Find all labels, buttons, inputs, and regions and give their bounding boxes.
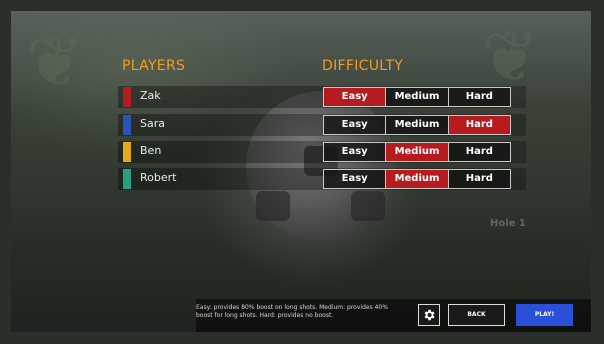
difficulty-option-hard[interactable]: Hard — [448, 88, 510, 106]
difficulty-option-hard[interactable]: Hard — [448, 170, 510, 188]
player-name: Ben — [140, 144, 162, 157]
player-row: Ben Easy Medium Hard — [118, 141, 526, 163]
difficulty-option-medium[interactable]: Medium — [386, 88, 449, 106]
player-color-swatch — [123, 115, 131, 135]
player-row: Zak Easy Medium Hard — [118, 86, 526, 108]
player-color-swatch — [123, 87, 131, 107]
difficulty-header: DIFFICULTY — [322, 58, 404, 74]
play-button[interactable]: PLAY! — [516, 304, 573, 326]
difficulty-option-hard[interactable]: Hard — [448, 143, 510, 161]
difficulty-selector: Easy Medium Hard — [323, 142, 511, 162]
player-color-swatch — [123, 169, 131, 189]
palm-tree-icon: ❦ — [26, 21, 85, 103]
difficulty-selector: Easy Medium Hard — [323, 115, 511, 135]
difficulty-option-easy[interactable]: Easy — [324, 116, 387, 134]
player-name: Zak — [140, 89, 161, 102]
difficulty-option-hard[interactable]: Hard — [448, 116, 510, 134]
difficulty-option-medium[interactable]: Medium — [386, 143, 449, 161]
hole-label: Hole 1 — [490, 218, 526, 229]
difficulty-selector: Easy Medium Hard — [323, 87, 511, 107]
difficulty-hint: Easy: provides 80% boost on long shots. … — [196, 304, 388, 319]
player-name: Robert — [140, 171, 177, 184]
difficulty-option-medium[interactable]: Medium — [386, 170, 449, 188]
difficulty-option-easy[interactable]: Easy — [324, 170, 387, 188]
player-row: Sara Easy Medium Hard — [118, 114, 526, 136]
settings-button[interactable] — [418, 304, 440, 326]
players-header: PLAYERS — [122, 58, 186, 74]
difficulty-option-medium[interactable]: Medium — [386, 116, 449, 134]
difficulty-option-easy[interactable]: Easy — [324, 88, 387, 106]
player-name: Sara — [140, 117, 165, 130]
difficulty-selector: Easy Medium Hard — [323, 169, 511, 189]
back-button[interactable]: BACK — [448, 304, 505, 326]
player-row: Robert Easy Medium Hard — [118, 168, 526, 190]
difficulty-option-easy[interactable]: Easy — [324, 143, 387, 161]
player-color-swatch — [123, 142, 131, 162]
gear-icon — [424, 309, 435, 321]
